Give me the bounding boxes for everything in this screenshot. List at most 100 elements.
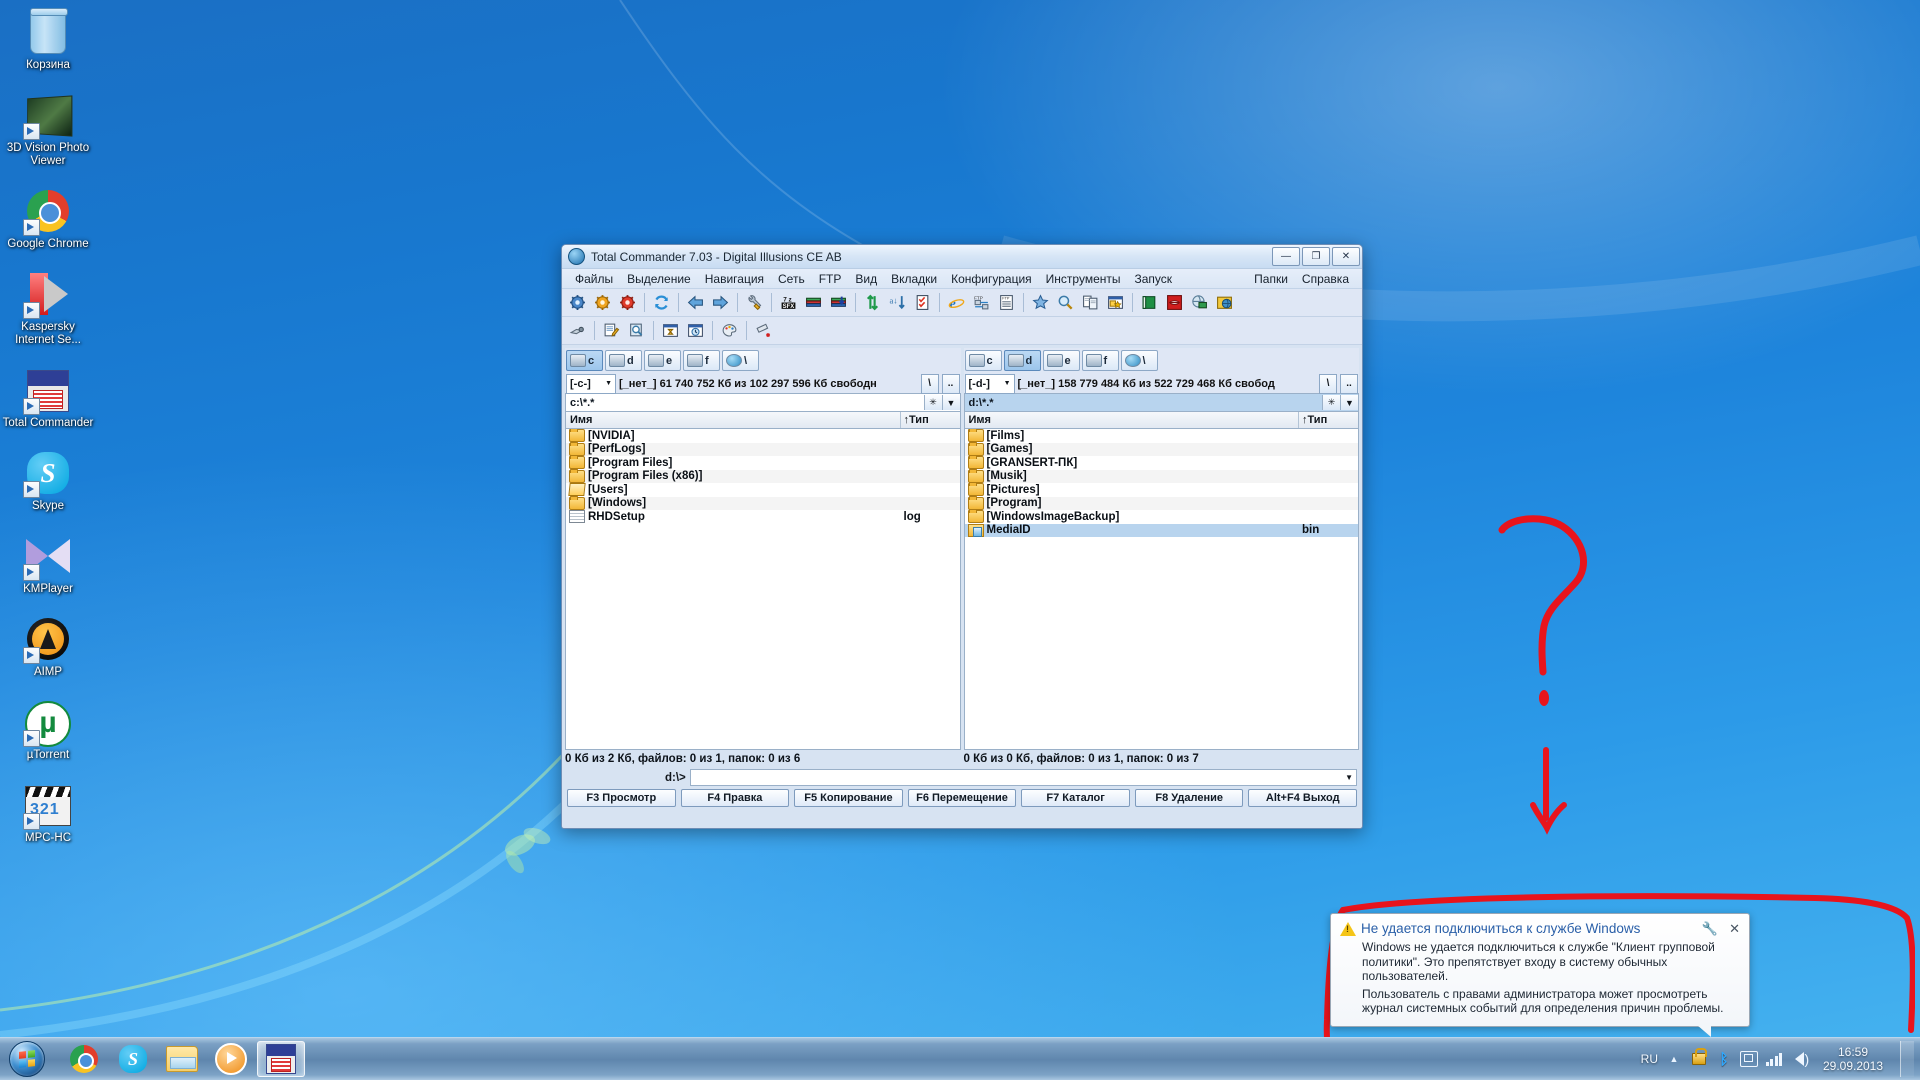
right-mark-button[interactable]: ✳	[1322, 395, 1340, 410]
left-header-name[interactable]: Имя	[566, 412, 901, 428]
table-row[interactable]: [Users]	[566, 483, 960, 497]
menu-ftp[interactable]: FTP	[812, 271, 849, 287]
red-gear-icon[interactable]	[616, 291, 639, 314]
minimize-button[interactable]: —	[1272, 247, 1300, 266]
table-row[interactable]: [Program]	[964, 495, 1358, 510]
left-drive-buttons[interactable]: c d e f \	[565, 348, 961, 374]
right-drive-f[interactable]: f	[1081, 350, 1119, 371]
volume-icon[interactable]	[1790, 1050, 1809, 1068]
right-drive-buttons[interactable]: c d e f \	[963, 348, 1359, 374]
table-row[interactable]: [GRANSERT-ПК]	[964, 455, 1358, 470]
green-book-icon[interactable]	[1138, 291, 1161, 314]
chevron-down-icon[interactable]: ▼	[1345, 773, 1353, 782]
table-row[interactable]: [PerfLogs]	[566, 441, 960, 456]
unpack-icon[interactable]	[827, 291, 850, 314]
window-titlebar[interactable]: Total Commander 7.03 - Digital Illusions…	[562, 245, 1362, 269]
table-row[interactable]: [Program Files]	[566, 455, 960, 470]
eject-usb-icon[interactable]	[752, 319, 775, 342]
compare-icon[interactable]	[1079, 291, 1102, 314]
internet-explorer-icon[interactable]: e	[945, 291, 968, 314]
red-lips-icon[interactable]	[1163, 291, 1186, 314]
language-indicator[interactable]: RU	[1641, 1052, 1658, 1066]
desktop-icon-utorrent[interactable]: µ µTorrent	[0, 698, 96, 762]
desktop-icon-total-commander[interactable]: Total Commander	[0, 366, 96, 430]
search-icon[interactable]	[1054, 291, 1077, 314]
menu-tools[interactable]: Инструменты	[1039, 271, 1128, 287]
hourglass-window-icon[interactable]	[659, 319, 682, 342]
left-root-button[interactable]: \	[920, 373, 939, 394]
f6-move-button[interactable]: F6 Перемещение	[907, 789, 1017, 807]
command-input[interactable]: ▼	[689, 769, 1357, 786]
right-drive-d[interactable]: d	[1003, 350, 1041, 371]
desktop-icon-kaspersky[interactable]: Kaspersky Internet Se...	[0, 270, 96, 347]
table-row[interactable]: [Games]	[964, 441, 1358, 456]
right-drive-c[interactable]: c	[964, 350, 1002, 371]
left-pane[interactable]: c d e f \ [-c-] ▼ [_нет_] 61 740 752 Кб и…	[565, 348, 961, 750]
table-row[interactable]: [Windows]	[566, 495, 960, 510]
alt-f4-exit-button[interactable]: Alt+F4 Выход	[1248, 789, 1358, 807]
menu-network[interactable]: Сеть	[771, 271, 812, 287]
table-row[interactable]: [Program Files (x86)]	[566, 468, 960, 483]
plug-icon[interactable]	[566, 319, 589, 342]
left-drive-c[interactable]: c	[566, 350, 603, 371]
show-desktop-button[interactable]	[1900, 1041, 1914, 1077]
menu-folders[interactable]: Папки	[1247, 271, 1295, 287]
file-explorer-taskbar-icon[interactable]	[159, 1042, 205, 1076]
right-drive-combo[interactable]: [-d-] ▼	[964, 373, 1015, 394]
multi-rename-icon[interactable]	[1104, 291, 1127, 314]
yellow-globe-icon[interactable]	[1213, 291, 1236, 314]
maximize-button[interactable]: ❐	[1302, 247, 1330, 266]
right-path-bar[interactable]: d:\*.* ✳ ▼	[963, 393, 1359, 412]
table-row[interactable]: [Pictures]	[964, 482, 1358, 497]
right-column-headers[interactable]: Имя ↑Тип	[963, 412, 1359, 429]
pack-icon[interactable]	[802, 291, 825, 314]
f7-newfolder-button[interactable]: F7 Каталог	[1021, 789, 1130, 807]
desktop-icon-3d-vision-photo-viewer[interactable]: 3D Vision Photo Viewer	[0, 91, 96, 168]
edit-tools-icon[interactable]	[600, 319, 623, 342]
lock-icon[interactable]	[1690, 1048, 1708, 1068]
left-updir-button[interactable]: ..	[941, 373, 960, 394]
right-header-type[interactable]: ↑Тип	[1299, 412, 1358, 428]
bluetooth-icon[interactable]: ᛒ	[1715, 1050, 1733, 1068]
right-pane[interactable]: c d e f \ [-d-] ▼ [_нет_] 158 779 484 Кб …	[963, 348, 1359, 750]
ftp-connect-icon[interactable]: FTP	[970, 291, 993, 314]
desktop-icon-aimp[interactable]: AIMP	[0, 615, 96, 679]
chevron-up-icon[interactable]: ▲	[1665, 1050, 1683, 1068]
left-mark-button[interactable]: ✳	[923, 395, 942, 410]
google-chrome-taskbar-icon[interactable]	[61, 1042, 107, 1076]
menu-files[interactable]: Файлы	[568, 271, 620, 287]
clock[interactable]: 16:59 29.09.2013	[1817, 1045, 1889, 1073]
desktop-icon-recycle-bin[interactable]: Корзина	[0, 8, 96, 72]
total-commander-window[interactable]: Total Commander 7.03 - Digital Illusions…	[561, 244, 1363, 829]
table-row[interactable]: MediaID bin	[964, 523, 1358, 537]
left-drive-d[interactable]: d	[605, 350, 642, 371]
menu-configuration[interactable]: Конфигурация	[944, 271, 1039, 287]
toolbar-primary[interactable]: 7 z SFX a↓ e FTP FTP	[562, 289, 1362, 317]
skype-taskbar-icon[interactable]: S	[110, 1042, 156, 1076]
palette-icon[interactable]	[718, 319, 741, 342]
windows-start-orb[interactable]	[3, 1040, 51, 1078]
left-column-headers[interactable]: Имя ↑Тип	[565, 412, 961, 429]
command-line-row[interactable]: d:\> ▼	[562, 767, 1362, 789]
desktop-icon-kmplayer[interactable]: KMPlayer	[0, 532, 96, 596]
f8-delete-button[interactable]: F8 Удаление	[1134, 789, 1244, 807]
menu-selection[interactable]: Выделение	[620, 271, 698, 287]
right-header-name[interactable]: Имя	[965, 412, 1299, 428]
right-root-button[interactable]: \	[1319, 373, 1337, 394]
table-row[interactable]: [WindowsImageBackup]	[964, 509, 1358, 524]
f3-view-button[interactable]: F3 Просмотр	[567, 789, 676, 807]
left-path-bar[interactable]: c:\*.* ✳ ▼	[565, 393, 961, 412]
sort-icon[interactable]: a↓	[886, 291, 909, 314]
notification-balloon[interactable]: Не удается подключиться к службе Windows…	[1330, 913, 1750, 1037]
wrench-icon[interactable]	[743, 291, 766, 314]
clock-window-icon[interactable]	[684, 319, 707, 342]
left-file-list[interactable]: [NVIDIA] [PerfLogs] [Program Files] [Pro…	[565, 429, 961, 750]
left-drive-combo[interactable]: [-c-] ▼	[566, 373, 616, 394]
desktop-icon-mpc-hc[interactable]: MPC-HC	[0, 781, 96, 845]
toolbar-secondary[interactable]	[562, 317, 1362, 345]
total-commander-taskbar-icon[interactable]	[257, 1041, 305, 1077]
table-row[interactable]: RHDSetup log	[566, 510, 960, 524]
back-arrow-icon[interactable]	[684, 291, 707, 314]
star-icon[interactable]	[1029, 291, 1052, 314]
orange-gear-icon[interactable]	[591, 291, 614, 314]
